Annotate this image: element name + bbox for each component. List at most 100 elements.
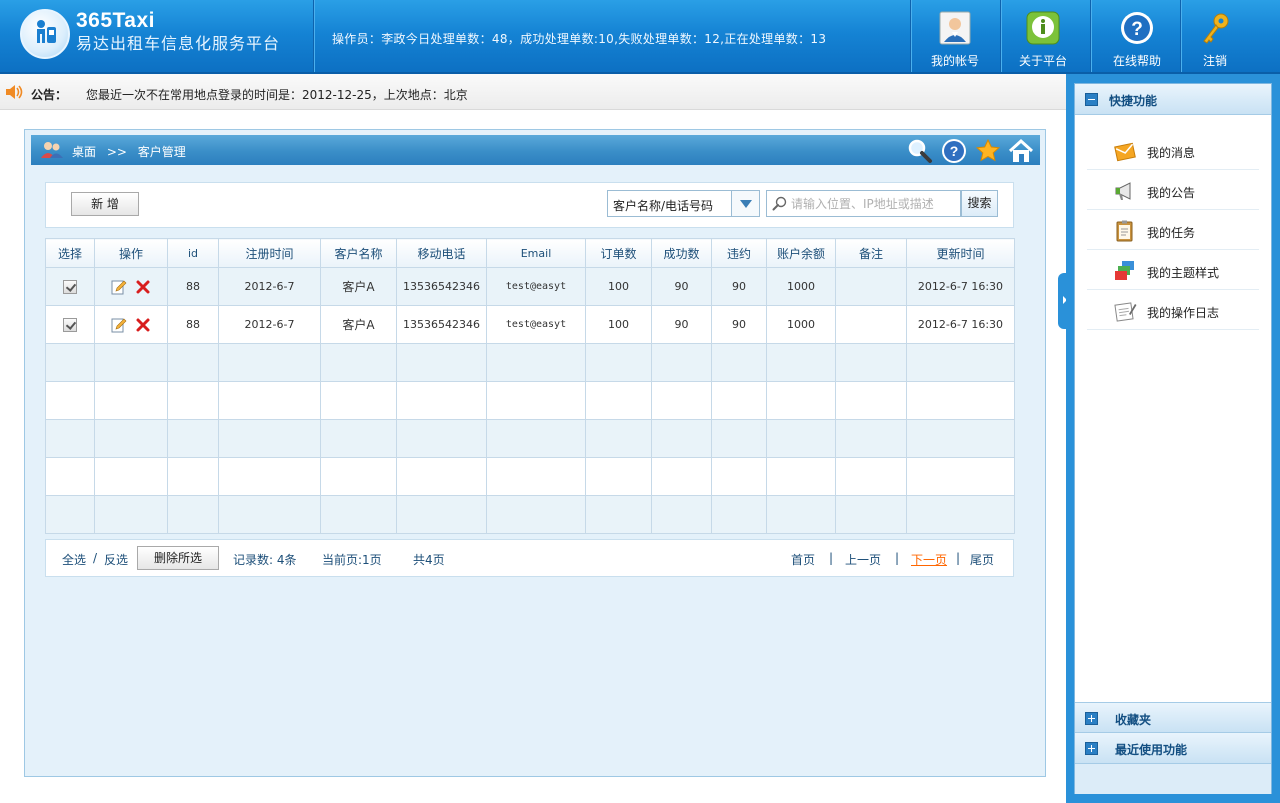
edit-icon[interactable] bbox=[111, 279, 127, 295]
star-icon[interactable] bbox=[975, 138, 1001, 164]
select-all-link[interactable]: 全选 bbox=[62, 551, 86, 568]
magnifier-icon bbox=[772, 196, 787, 211]
recent-functions-header[interactable]: 最近使用功能 bbox=[1075, 733, 1271, 764]
actions-cell bbox=[94, 267, 168, 306]
empty-table-row bbox=[45, 495, 1015, 534]
announcement-tag: 公告： bbox=[31, 88, 68, 102]
speaker-icon bbox=[6, 85, 23, 99]
theme-icon bbox=[1115, 261, 1134, 280]
help-icon: ? bbox=[1121, 12, 1153, 44]
edit-icon[interactable] bbox=[111, 317, 127, 333]
clipboard-icon bbox=[1116, 220, 1133, 242]
delete-icon[interactable] bbox=[135, 279, 151, 295]
sidebar-item-label: 我的任务 bbox=[1147, 226, 1196, 240]
column-header[interactable]: 违约 bbox=[711, 238, 767, 268]
customer-table: 选择 操作 id 注册时间 客户名称 移动电话 Email 订单数 成功数 违约… bbox=[45, 238, 1015, 534]
row-checkbox[interactable] bbox=[63, 317, 77, 332]
search-icon[interactable] bbox=[907, 138, 933, 164]
sidebar-item-theme[interactable]: 我的主题样式 bbox=[1087, 250, 1259, 290]
remark-cell bbox=[835, 267, 907, 306]
search-input[interactable] bbox=[791, 192, 959, 215]
recent-functions-title: 最近使用功能 bbox=[1115, 743, 1188, 757]
expand-icon[interactable] bbox=[1085, 742, 1098, 755]
table-row[interactable]: 88 2012-6-7 客户A 13536542346 test@easyt 1… bbox=[45, 267, 1015, 306]
search-field-select-value: 客户名称/电话号码 bbox=[613, 199, 714, 213]
favorites-header[interactable]: 收藏夹 bbox=[1075, 702, 1271, 733]
delete-selected-button[interactable]: 删除所选 bbox=[137, 546, 219, 570]
last-page-link[interactable]: 尾页 bbox=[970, 551, 994, 568]
column-header[interactable]: 订单数 bbox=[585, 238, 652, 268]
brand: 365Taxi 易达出租车信息化服务平台 bbox=[76, 9, 280, 55]
invert-selection-link[interactable]: 反选 bbox=[104, 551, 128, 568]
about-platform-button[interactable]: 关于平台 bbox=[1003, 0, 1083, 72]
svg-text:?: ? bbox=[1131, 19, 1143, 40]
column-header[interactable]: Email bbox=[486, 238, 586, 268]
column-header: 备注 bbox=[835, 238, 907, 268]
sidebar-item-label: 我的操作日志 bbox=[1147, 306, 1220, 320]
pager-divider: / bbox=[93, 551, 98, 565]
user-card-icon bbox=[939, 11, 971, 45]
collapse-icon[interactable] bbox=[1085, 93, 1098, 106]
header-divider bbox=[1090, 0, 1091, 72]
pager-separator: | bbox=[956, 551, 961, 565]
key-icon bbox=[1203, 13, 1229, 44]
breadcrumb-home[interactable]: 桌面 bbox=[72, 145, 96, 159]
header-divider bbox=[910, 0, 911, 72]
help-icon[interactable]: ? bbox=[941, 138, 967, 164]
delete-icon[interactable] bbox=[135, 317, 151, 333]
search-field-select[interactable]: 客户名称/电话号码 bbox=[607, 190, 760, 217]
table-row[interactable]: 88 2012-6-7 客户A 13536542346 test@easyt 1… bbox=[45, 305, 1015, 344]
column-header[interactable]: 账户余额 bbox=[766, 238, 836, 268]
sidebar-item-announcements[interactable]: 我的公告 bbox=[1087, 170, 1259, 210]
first-page-link[interactable]: 首页 bbox=[791, 551, 815, 568]
row-checkbox[interactable] bbox=[63, 279, 77, 294]
operator-info: 操作员：李政今日处理单数：48，成功处理单数:10,失败处理单数：12,正在处理… bbox=[332, 32, 827, 46]
logout-button[interactable]: 注销 bbox=[1175, 0, 1255, 72]
email-cell: test@easyt bbox=[486, 267, 586, 306]
column-header[interactable]: 更新时间 bbox=[906, 238, 1015, 268]
pagination-bar: 全选 / 反选 删除所选 记录数: 4条 当前页:1页 共4页 首页 | 上一页… bbox=[45, 539, 1014, 577]
select-cell bbox=[45, 305, 95, 344]
balance-cell: 1000 bbox=[766, 305, 836, 344]
column-header[interactable]: 注册时间 bbox=[218, 238, 321, 268]
chevron-down-icon[interactable] bbox=[731, 191, 759, 216]
current-page: 当前页:1页 bbox=[322, 553, 382, 567]
brand-subtitle: 易达出租车信息化服务平台 bbox=[76, 34, 281, 53]
mobile-phone-cell: 13536542346 bbox=[396, 267, 487, 306]
taxi-logo-icon bbox=[20, 9, 70, 59]
customer-name-cell: 客户A bbox=[320, 305, 397, 344]
column-header[interactable]: 客户名称 bbox=[320, 238, 397, 268]
log-icon bbox=[1114, 302, 1137, 322]
prev-page-link[interactable]: 上一页 bbox=[845, 551, 881, 568]
search-button[interactable]: 搜索 bbox=[961, 190, 998, 217]
balance-cell: 1000 bbox=[766, 267, 836, 306]
online-help-button[interactable]: ? 在线帮助 bbox=[1097, 0, 1177, 72]
remark-cell bbox=[835, 305, 907, 344]
expand-icon[interactable] bbox=[1085, 712, 1098, 725]
mobile-phone-cell: 13536542346 bbox=[396, 305, 487, 344]
sidebar-item-messages[interactable]: 我的消息 bbox=[1087, 130, 1259, 170]
about-platform-label: 关于平台 bbox=[1018, 54, 1067, 68]
email-cell: test@easyt bbox=[486, 305, 586, 344]
register-time-cell: 2012-6-7 bbox=[218, 305, 321, 344]
column-header[interactable]: 移动电话 bbox=[396, 238, 487, 268]
breach-cell: 90 bbox=[711, 305, 767, 344]
next-page-link[interactable]: 下一页 bbox=[911, 551, 947, 568]
customer-management-panel: 桌面 >> 客户管理 ? 新 增 客户名称/电话号码 请输入位置、IP地址或描述… bbox=[24, 129, 1046, 777]
column-header: 选择 bbox=[45, 238, 95, 268]
breach-cell: 90 bbox=[711, 267, 767, 306]
id-cell: 88 bbox=[167, 305, 219, 344]
column-header[interactable]: 成功数 bbox=[651, 238, 712, 268]
panel-title-bar: 桌面 >> 客户管理 ? bbox=[31, 135, 1040, 165]
add-button[interactable]: 新 增 bbox=[71, 192, 139, 216]
quick-functions-header[interactable]: 快捷功能 bbox=[1075, 84, 1271, 115]
sidebar-item-label: 我的主题样式 bbox=[1147, 266, 1220, 280]
my-account-button[interactable]: 我的帐号 bbox=[915, 0, 995, 72]
home-icon[interactable] bbox=[1008, 138, 1034, 164]
svg-text:?: ? bbox=[950, 143, 959, 159]
online-help-label: 在线帮助 bbox=[1112, 54, 1161, 68]
empty-table-row bbox=[45, 419, 1015, 458]
sidebar-item-operation-log[interactable]: 我的操作日志 bbox=[1087, 290, 1259, 330]
sidebar-item-tasks[interactable]: 我的任务 bbox=[1087, 210, 1259, 250]
column-header[interactable]: id bbox=[167, 238, 219, 268]
